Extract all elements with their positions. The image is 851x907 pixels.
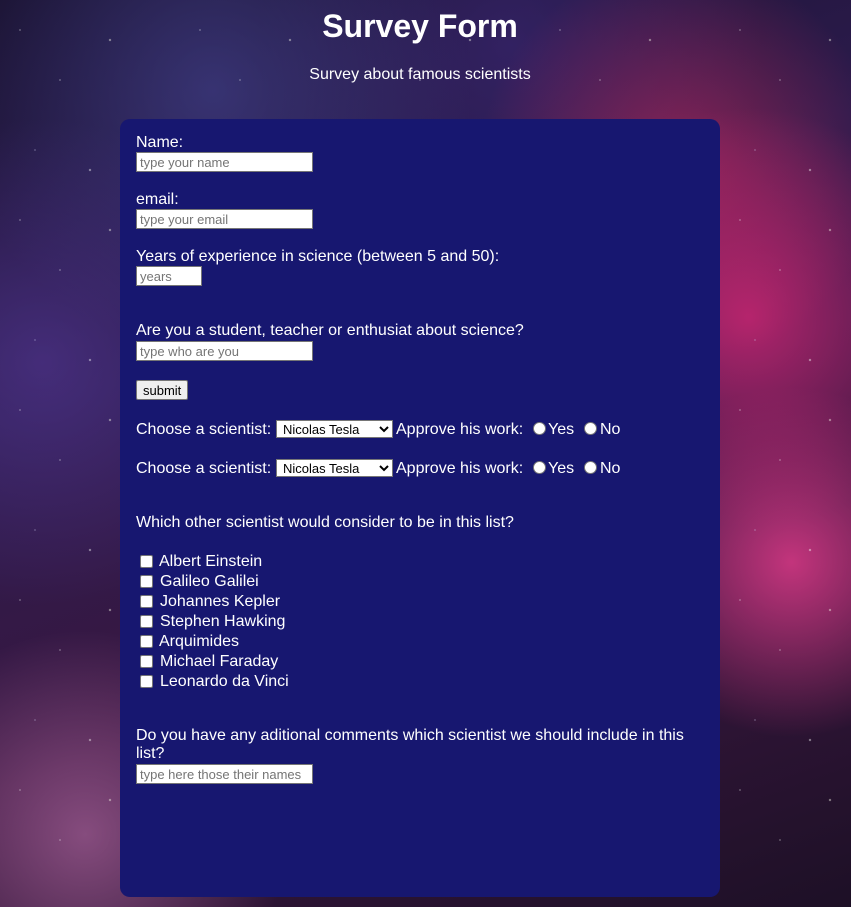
approve-yes-label: Yes [548, 460, 575, 477]
scientist-option-label: Michael Faraday [160, 653, 279, 670]
name-input[interactable] [136, 152, 313, 172]
approve-no-radio[interactable] [584, 461, 597, 474]
comments-input[interactable] [136, 764, 313, 784]
approve-label: Approve his work: [396, 460, 524, 477]
scientist-select[interactable]: Nicolas Tesla [276, 459, 393, 477]
choose-scientist-label: Choose a scientist: [136, 421, 272, 438]
email-input[interactable] [136, 209, 313, 229]
scientist-checkbox[interactable] [140, 635, 153, 648]
page-subtitle: Survey about famous scientists [309, 66, 531, 83]
comments-label: Do you have any aditional comments which… [136, 727, 684, 762]
approve-no-label: No [600, 421, 621, 438]
approve-yes-radio[interactable] [533, 422, 546, 435]
scientist-checkbox[interactable] [140, 555, 153, 568]
scientist-checkbox[interactable] [140, 595, 153, 608]
role-input[interactable] [136, 341, 313, 361]
approve-yes-label: Yes [548, 421, 575, 438]
name-label: Name: [136, 134, 184, 151]
approve-no-label: No [600, 460, 621, 477]
scientist-checkbox[interactable] [140, 615, 153, 628]
scientist-option-label: Albert Einstein [159, 553, 263, 570]
scientist-option-label: Arquimides [159, 633, 240, 650]
scientist-option-label: Leonardo da Vinci [160, 673, 289, 690]
page-title: Survey Form [322, 8, 518, 44]
choose-scientist-label: Choose a scientist: [136, 460, 272, 477]
survey-form: Name: email: Years of experience in scie… [120, 119, 720, 897]
scientist-option-label: Johannes Kepler [160, 593, 281, 610]
submit-button[interactable]: submit [136, 380, 189, 400]
scientist-option-label: Stephen Hawking [160, 613, 286, 630]
other-scientist-question: Which other scientist would consider to … [136, 514, 514, 531]
approve-no-radio[interactable] [584, 422, 597, 435]
scientist-checkbox[interactable] [140, 675, 153, 688]
approve-label: Approve his work: [396, 421, 524, 438]
email-label: email: [136, 191, 179, 208]
scientist-checkbox[interactable] [140, 575, 153, 588]
years-label: Years of experience in science (between … [136, 248, 500, 265]
years-input[interactable] [136, 266, 202, 286]
role-label: Are you a student, teacher or enthusiat … [136, 322, 524, 339]
scientist-checkbox[interactable] [140, 655, 153, 668]
scientist-select[interactable]: Nicolas Tesla [276, 420, 393, 438]
approve-yes-radio[interactable] [533, 461, 546, 474]
scientist-option-label: Galileo Galilei [160, 573, 259, 590]
